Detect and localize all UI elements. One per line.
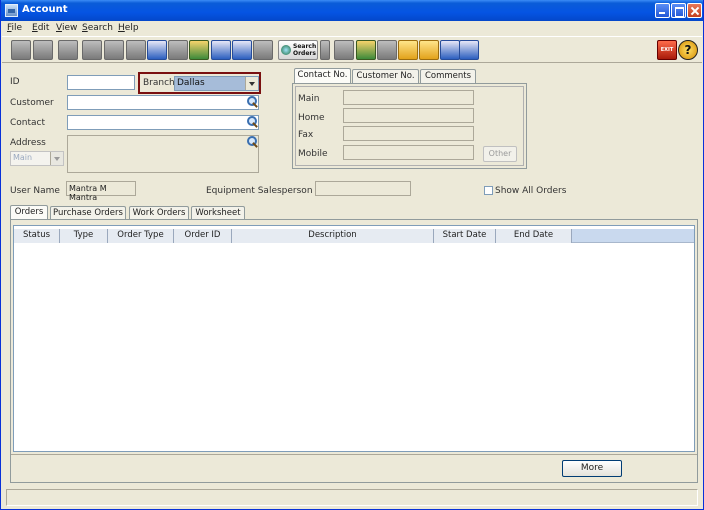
address-field[interactable] bbox=[67, 135, 259, 173]
branch-highlight: Branch Dallas bbox=[138, 72, 261, 94]
menu-view-label: iew bbox=[61, 23, 78, 33]
user-name-label: User Name bbox=[10, 186, 60, 196]
tab-customer-no[interactable]: Customer No. bbox=[352, 69, 419, 84]
mobile-label: Mobile bbox=[298, 149, 328, 159]
calendar-icon[interactable] bbox=[356, 40, 376, 60]
button-bar: More bbox=[11, 454, 697, 481]
dropdown-arrow-icon[interactable] bbox=[320, 40, 330, 60]
column-header[interactable]: Order Type bbox=[108, 229, 174, 243]
transfer-icon[interactable] bbox=[168, 40, 188, 60]
document-icon[interactable] bbox=[232, 40, 252, 60]
form-icon[interactable] bbox=[459, 40, 479, 60]
address-search-icon[interactable] bbox=[247, 136, 258, 147]
alarm-icon[interactable] bbox=[419, 40, 439, 60]
list-icon[interactable] bbox=[334, 40, 354, 60]
home-phone-label: Home bbox=[298, 113, 325, 123]
column-header[interactable]: End Date bbox=[496, 229, 572, 243]
close-button[interactable] bbox=[687, 3, 702, 18]
exit-button[interactable]: EXIT bbox=[657, 40, 677, 60]
tab-purchase-orders[interactable]: Purchase Orders bbox=[50, 206, 126, 220]
id-label: ID bbox=[10, 77, 20, 87]
menu-bar: File Edit View Search Help bbox=[2, 21, 702, 36]
branch-value: Dallas bbox=[177, 78, 205, 88]
column-header[interactable]: Start Date bbox=[434, 229, 496, 243]
tab-worksheet[interactable]: Worksheet bbox=[191, 206, 245, 220]
show-all-orders-checkbox[interactable] bbox=[484, 186, 493, 195]
chart-icon[interactable] bbox=[147, 40, 167, 60]
person-info-icon[interactable] bbox=[398, 40, 418, 60]
new-record-icon[interactable] bbox=[11, 40, 31, 60]
tab-work-orders[interactable]: Work Orders bbox=[129, 206, 189, 220]
menu-view[interactable]: View bbox=[56, 23, 77, 33]
title-bar[interactable]: Account bbox=[1, 0, 703, 21]
show-all-orders-label: Show All Orders bbox=[495, 186, 567, 196]
help-button[interactable]: ? bbox=[678, 40, 698, 60]
binoculars-icon[interactable] bbox=[58, 40, 78, 60]
menu-edit-label: dit bbox=[37, 23, 50, 33]
column-header[interactable]: Type bbox=[60, 229, 108, 243]
contact-search-icon[interactable] bbox=[247, 116, 258, 127]
equipment-salesperson-field bbox=[315, 181, 411, 196]
equipment-salesperson-label: Equipment Salesperson bbox=[206, 186, 313, 196]
address-type-value: Main bbox=[13, 153, 33, 162]
search-orders-label-1: Search bbox=[293, 43, 317, 50]
menu-search-label: earch bbox=[87, 23, 113, 33]
window-title: Account bbox=[22, 4, 68, 15]
branch-select[interactable]: Dallas bbox=[174, 76, 259, 91]
menu-edit[interactable]: Edit bbox=[32, 23, 49, 33]
fax-label: Fax bbox=[298, 130, 314, 140]
orders-table[interactable]: Status Type Order Type Order ID Descript… bbox=[13, 225, 695, 452]
column-header[interactable]: Status bbox=[14, 229, 60, 243]
menu-file-label: ile bbox=[11, 23, 23, 33]
group-icon[interactable] bbox=[211, 40, 231, 60]
contact-label: Contact bbox=[10, 118, 46, 128]
contacts-icon[interactable] bbox=[189, 40, 209, 60]
minimize-button[interactable] bbox=[655, 3, 670, 18]
fax-field bbox=[343, 126, 474, 141]
users-icon[interactable] bbox=[104, 40, 124, 60]
plus-minus-icon[interactable] bbox=[126, 40, 146, 60]
main-phone-label: Main bbox=[298, 94, 320, 104]
notes-icon[interactable] bbox=[253, 40, 273, 60]
chevron-down-icon bbox=[50, 152, 63, 165]
orders-table-header: Status Type Order Type Order ID Descript… bbox=[14, 229, 694, 243]
contact-field[interactable] bbox=[67, 115, 259, 130]
address-label: Address bbox=[10, 138, 46, 148]
chevron-down-icon[interactable] bbox=[245, 77, 258, 90]
address-type-select: Main bbox=[10, 151, 64, 166]
column-header[interactable]: Description bbox=[232, 229, 434, 243]
app-icon bbox=[5, 4, 18, 17]
orders-panel: Status Type Order Type Order ID Descript… bbox=[10, 219, 698, 483]
tab-orders[interactable]: Orders bbox=[10, 205, 48, 220]
account-window: Account File Edit View Search Help Searc… bbox=[0, 0, 704, 510]
other-button: Other bbox=[483, 146, 517, 162]
save-icon[interactable] bbox=[33, 40, 53, 60]
menu-help-label: elp bbox=[124, 23, 139, 33]
user-name-field: Mantra M Mantra bbox=[66, 181, 136, 202]
menu-file[interactable]: File bbox=[7, 23, 22, 33]
search-orders-button[interactable]: Search Orders bbox=[278, 40, 318, 60]
mobile-field bbox=[343, 145, 474, 160]
more-button[interactable]: More bbox=[562, 460, 622, 477]
print-icon[interactable] bbox=[82, 40, 102, 60]
status-bar bbox=[6, 489, 698, 506]
main-phone-field bbox=[343, 90, 474, 105]
report-icon[interactable] bbox=[377, 40, 397, 60]
toolbar: Search Orders EXIT ? bbox=[2, 36, 702, 63]
menu-help[interactable]: Help bbox=[118, 23, 139, 33]
column-header[interactable]: Order ID bbox=[174, 229, 232, 243]
tab-comments[interactable]: Comments bbox=[420, 69, 476, 84]
search-orders-label-2: Orders bbox=[293, 50, 316, 57]
stats-icon[interactable] bbox=[440, 40, 460, 60]
customer-search-icon[interactable] bbox=[247, 96, 258, 107]
tab-contact-no[interactable]: Contact No. bbox=[294, 68, 351, 84]
menu-search[interactable]: Search bbox=[82, 23, 113, 33]
maximize-button[interactable] bbox=[671, 3, 686, 18]
home-phone-field bbox=[343, 108, 474, 123]
customer-label: Customer bbox=[10, 98, 54, 108]
branch-label: Branch bbox=[143, 78, 175, 88]
id-field[interactable] bbox=[67, 75, 135, 90]
customer-field[interactable] bbox=[67, 95, 259, 110]
menu-help-mnemonic: H bbox=[118, 23, 125, 33]
